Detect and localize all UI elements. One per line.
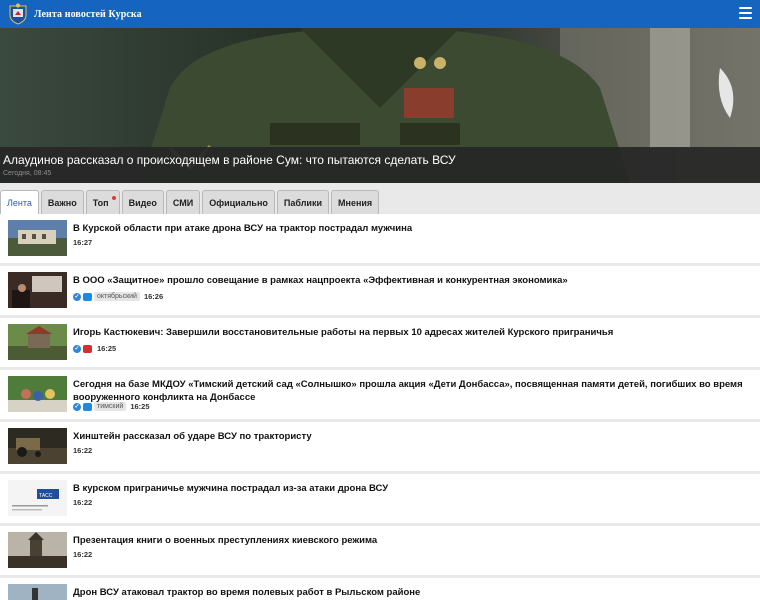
news-item[interactable]: В Курской области при атаке дрона ВСУ на…	[0, 214, 760, 263]
news-item[interactable]: ТАСС В курском приграничье мужчина постр…	[0, 474, 760, 523]
news-time: 16:25	[97, 344, 117, 353]
thumb-logo-text: ТАСС	[39, 493, 53, 499]
news-time: 16:26	[143, 292, 164, 301]
news-meta: ✓ тимский 16:25	[73, 402, 150, 411]
tab-label: Топ	[92, 197, 109, 208]
category-tabs: Лента Важно Топ Видео СМИ Официально Паб…	[0, 190, 381, 214]
news-title[interactable]: Игорь Кастюкевич: Завершили восстановите…	[73, 326, 753, 339]
tab-official[interactable]: Официально	[202, 190, 275, 214]
hero-title[interactable]: Алаудинов рассказал о происходящем в рай…	[3, 147, 760, 167]
news-thumbnail: ТАСС	[8, 480, 67, 516]
tab-video[interactable]: Видео	[121, 190, 164, 214]
source-badge-icon	[83, 402, 92, 411]
news-time: 16:22	[73, 550, 93, 559]
tab-media[interactable]: СМИ	[165, 190, 201, 214]
tab-feed[interactable]: Лента	[0, 190, 39, 214]
news-item[interactable]: Сегодня на базе МКДОУ «Тимский детский с…	[0, 370, 760, 419]
news-meta: 16:22	[73, 446, 92, 455]
news-item[interactable]: Дрон ВСУ атаковал трактор во время полев…	[0, 578, 760, 600]
tab-opinions[interactable]: Мнения	[331, 190, 380, 214]
news-title[interactable]: В курском приграничье мужчина пострадал …	[73, 482, 753, 495]
verified-check-icon: ✓	[73, 402, 81, 411]
verified-check-icon: ✓	[73, 292, 81, 301]
news-time: 16:22	[73, 498, 93, 507]
news-thumbnail	[8, 272, 67, 308]
tab-top[interactable]: Топ	[85, 190, 120, 214]
news-title[interactable]: Сегодня на базе МКДОУ «Тимский детский с…	[73, 378, 753, 404]
news-list: В Курской области при атаке дрона ВСУ на…	[0, 214, 760, 600]
news-thumbnail	[8, 532, 67, 568]
tab-label: СМИ	[172, 197, 194, 208]
tab-label: Мнения	[338, 197, 373, 208]
tab-label: Паблики	[283, 197, 323, 208]
news-title[interactable]: В Курской области при атаке дрона ВСУ на…	[73, 222, 753, 235]
news-thumbnail	[8, 376, 67, 412]
news-item[interactable]: Хинштейн рассказал об ударе ВСУ по тракт…	[0, 422, 760, 471]
news-meta: 16:27	[73, 238, 92, 247]
hero-time: Сегодня, 08:45	[3, 170, 52, 177]
news-title[interactable]: В ООО «Защитное» прошло совещание в рамк…	[73, 274, 753, 287]
district-tag[interactable]: октябрьский	[94, 292, 140, 301]
news-meta: ✓ октябрьский 16:26	[73, 292, 163, 301]
news-time: 16:22	[73, 446, 93, 455]
tab-label: Важно	[47, 197, 77, 208]
news-item[interactable]: Презентация книги о военных преступления…	[0, 526, 760, 575]
news-time: 16:25	[130, 402, 150, 411]
news-item[interactable]: В ООО «Защитное» прошло совещание в рамк…	[0, 266, 760, 315]
news-thumbnail	[8, 428, 67, 464]
news-meta: 16:22	[73, 498, 92, 507]
hero-caption: Алаудинов рассказал о происходящем в рай…	[0, 147, 760, 183]
tab-publics[interactable]: Паблики	[276, 190, 330, 214]
tab-important[interactable]: Важно	[40, 190, 84, 214]
news-title[interactable]: Хинштейн рассказал об ударе ВСУ по тракт…	[73, 430, 753, 443]
news-title[interactable]: Дрон ВСУ атаковал трактор во время полев…	[73, 586, 753, 599]
tab-label: Лента	[7, 197, 32, 208]
news-thumbnail	[8, 220, 67, 256]
tab-label: Официально	[209, 197, 268, 208]
news-item[interactable]: Игорь Кастюкевич: Завершили восстановите…	[0, 318, 760, 367]
verified-check-icon: ✓	[73, 344, 81, 353]
news-meta: ✓ 16:25	[73, 344, 116, 353]
district-tag[interactable]: тимский	[94, 402, 127, 411]
hamburger-menu-icon[interactable]	[739, 7, 752, 20]
news-thumbnail	[8, 324, 67, 360]
source-badge-icon	[83, 344, 92, 353]
hero-news[interactable]: Алаудинов рассказал о происходящем в рай…	[0, 28, 760, 183]
news-thumbnail	[8, 584, 67, 600]
coat-of-arms-icon[interactable]	[7, 3, 29, 25]
site-title[interactable]: Лента новостей Курска	[34, 9, 142, 20]
tab-label: Видео	[128, 197, 157, 208]
source-badge-icon	[83, 292, 92, 301]
news-meta: 16:22	[73, 550, 92, 559]
news-time: 16:27	[73, 238, 93, 247]
top-bar: Лента новостей Курска	[0, 0, 760, 28]
new-indicator-dot	[111, 196, 116, 200]
news-title[interactable]: Презентация книги о военных преступления…	[73, 534, 753, 547]
